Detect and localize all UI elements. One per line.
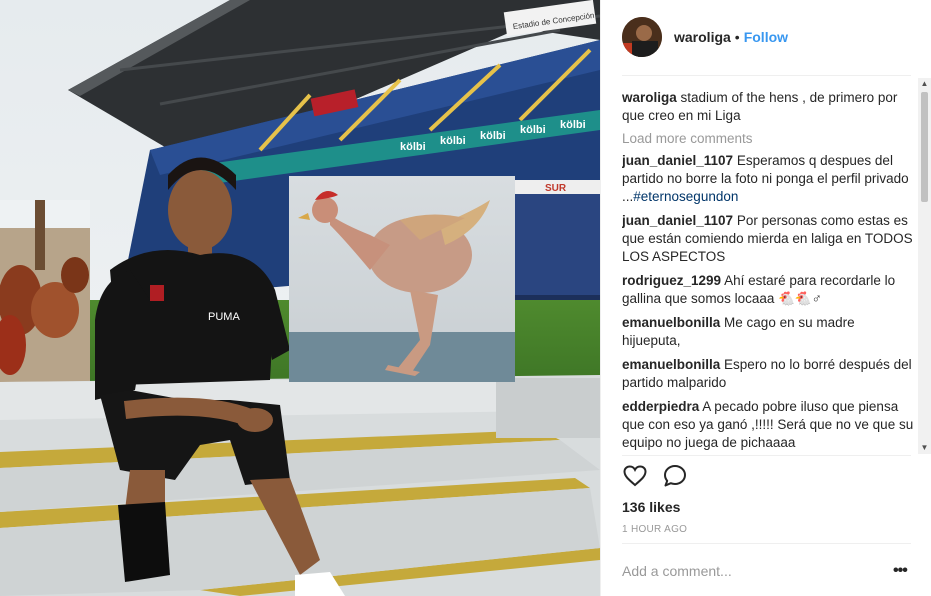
comment-item: edderpiedra A pecado pobre iluso que pie… xyxy=(622,398,916,452)
header-username[interactable]: waroliga xyxy=(674,29,731,45)
comment-item: juan_daniel_1107 Esperamos q despues del… xyxy=(622,152,916,206)
comments-list[interactable]: waroliga stadium of the hens , de primer… xyxy=(622,76,916,454)
divider xyxy=(622,543,911,544)
comment-username[interactable]: edderpiedra xyxy=(622,399,699,414)
post-timestamp[interactable]: 1 HOUR AGO xyxy=(622,524,687,535)
scroll-down-arrow-icon[interactable]: ▼ xyxy=(918,442,931,454)
comment-icon[interactable] xyxy=(662,463,688,489)
post-photo[interactable]: kölbi kölbi kölbi kölbi kölbi Estadio de… xyxy=(0,0,600,596)
ad-sign: kölbi xyxy=(480,130,506,142)
hen-inset xyxy=(289,176,515,382)
load-more-comments-button[interactable]: Load more comments xyxy=(622,131,916,146)
comment-item: emanuelbonilla Espero no lo borré despué… xyxy=(622,356,916,392)
scroll-up-arrow-icon[interactable]: ▲ xyxy=(918,78,931,90)
comment-item: emanuelbonilla Me cago en su madre hijue… xyxy=(622,314,916,350)
stadium-scene: kölbi kölbi kölbi kölbi kölbi Estadio de… xyxy=(0,0,600,596)
likes-count[interactable]: 136 likes xyxy=(622,499,680,515)
add-comment-input[interactable] xyxy=(622,560,882,582)
comment-item: rodriguez_1299 Ahí estaré para recordarl… xyxy=(622,272,916,308)
avatar[interactable] xyxy=(622,17,662,57)
separator-dot: • xyxy=(734,29,740,45)
comment-username[interactable]: juan_daniel_1107 xyxy=(622,153,733,168)
comment-username[interactable]: rodriguez_1299 xyxy=(622,273,721,288)
comments-scrollbar[interactable]: ▲ ▼ xyxy=(918,78,931,454)
follow-button[interactable]: Follow xyxy=(744,29,788,45)
heart-icon[interactable] xyxy=(622,463,648,489)
ad-sign: kölbi xyxy=(400,141,426,153)
divider xyxy=(622,455,911,456)
scrollbar-thumb[interactable] xyxy=(921,92,928,202)
comment-username[interactable]: juan_daniel_1107 xyxy=(622,213,733,228)
more-options-button[interactable]: ••• xyxy=(893,562,908,580)
comment-username[interactable]: emanuelbonilla xyxy=(622,315,720,330)
comment-username[interactable]: emanuelbonilla xyxy=(622,357,720,372)
post-header: waroliga • Follow xyxy=(622,14,912,60)
caption-username[interactable]: waroliga xyxy=(622,90,677,105)
ad-sign: kölbi xyxy=(560,119,586,131)
action-bar xyxy=(622,463,688,493)
ad-sign: kölbi xyxy=(440,135,466,147)
hashtag-link[interactable]: #eternosegundon xyxy=(633,189,738,204)
svg-text:PUMA: PUMA xyxy=(208,311,240,323)
ad-sign: kölbi xyxy=(520,124,546,136)
comment-item: juan_daniel_1107 Por personas como estas… xyxy=(622,212,916,266)
sur-label: SUR xyxy=(545,183,567,194)
avatar-image xyxy=(622,17,662,57)
caption: waroliga stadium of the hens , de primer… xyxy=(622,89,916,125)
